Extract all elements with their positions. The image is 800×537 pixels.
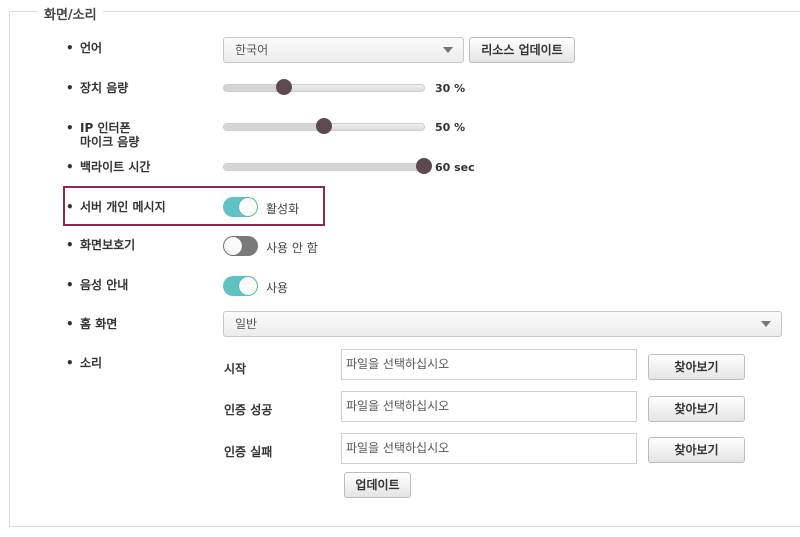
sound-start-label: 시작 [224,362,247,376]
server-message-state: 활성화 [266,202,300,216]
language-select[interactable]: 한국어 [223,37,464,63]
home-screen-select[interactable]: 일반 [223,311,782,337]
voice-guide-state: 사용 [266,281,289,295]
sound-failure-browse-button[interactable]: 찾아보기 [648,437,745,463]
sound-success-file-input[interactable]: 파일을 선택하십시오 [341,391,637,422]
volume-value: 30 % [435,82,466,95]
backlight-slider[interactable] [223,158,432,174]
sound-label: • 소리 [66,356,103,370]
mic-volume-label: • IP 인터폰 마이크 음량 [66,121,140,149]
volume-label: • 장치 음량 [66,81,129,95]
sound-failure-file-input[interactable]: 파일을 선택하십시오 [341,433,637,464]
slider-fill [224,124,324,130]
sound-failure-label: 인증 실패 [224,445,273,459]
screensaver-label: • 화면보호기 [66,238,136,252]
sound-success-label: 인증 성공 [224,403,273,417]
chevron-down-icon [443,47,453,53]
home-screen-value: 일반 [235,317,258,331]
server-message-toggle[interactable] [223,197,258,217]
slider-thumb[interactable] [276,79,292,95]
toggle-knob [239,277,257,295]
resource-update-button[interactable]: 리소스 업데이트 [469,37,575,63]
toggle-knob [239,198,257,216]
slider-thumb[interactable] [416,158,432,174]
slider-fill [224,164,424,170]
mic-volume-slider[interactable] [223,118,425,134]
sound-start-file-input[interactable]: 파일을 선택하십시오 [341,349,637,380]
screensaver-state: 사용 안 함 [266,241,318,255]
chevron-down-icon [761,321,771,327]
mic-volume-value: 50 % [435,121,466,134]
voice-guide-label: • 음성 안내 [66,278,129,292]
backlight-value: 60 sec [435,161,475,174]
voice-guide-toggle[interactable] [223,276,258,296]
language-label: • 언어 [66,41,103,55]
language-value: 한국어 [235,43,269,57]
home-screen-label: • 홈 화면 [66,317,118,331]
sound-start-browse-button[interactable]: 찾아보기 [648,354,745,380]
server-message-label: • 서버 개인 메시지 [66,200,166,214]
toggle-knob [224,237,242,255]
volume-slider[interactable] [223,79,425,95]
section-title: 화면/소리 [38,4,103,23]
sound-success-browse-button[interactable]: 찾아보기 [648,396,745,422]
sound-update-button[interactable]: 업데이트 [344,472,411,498]
screensaver-toggle[interactable] [223,236,258,256]
slider-fill [224,85,284,91]
backlight-label: • 백라이트 시간 [66,160,151,174]
slider-thumb[interactable] [316,118,332,134]
